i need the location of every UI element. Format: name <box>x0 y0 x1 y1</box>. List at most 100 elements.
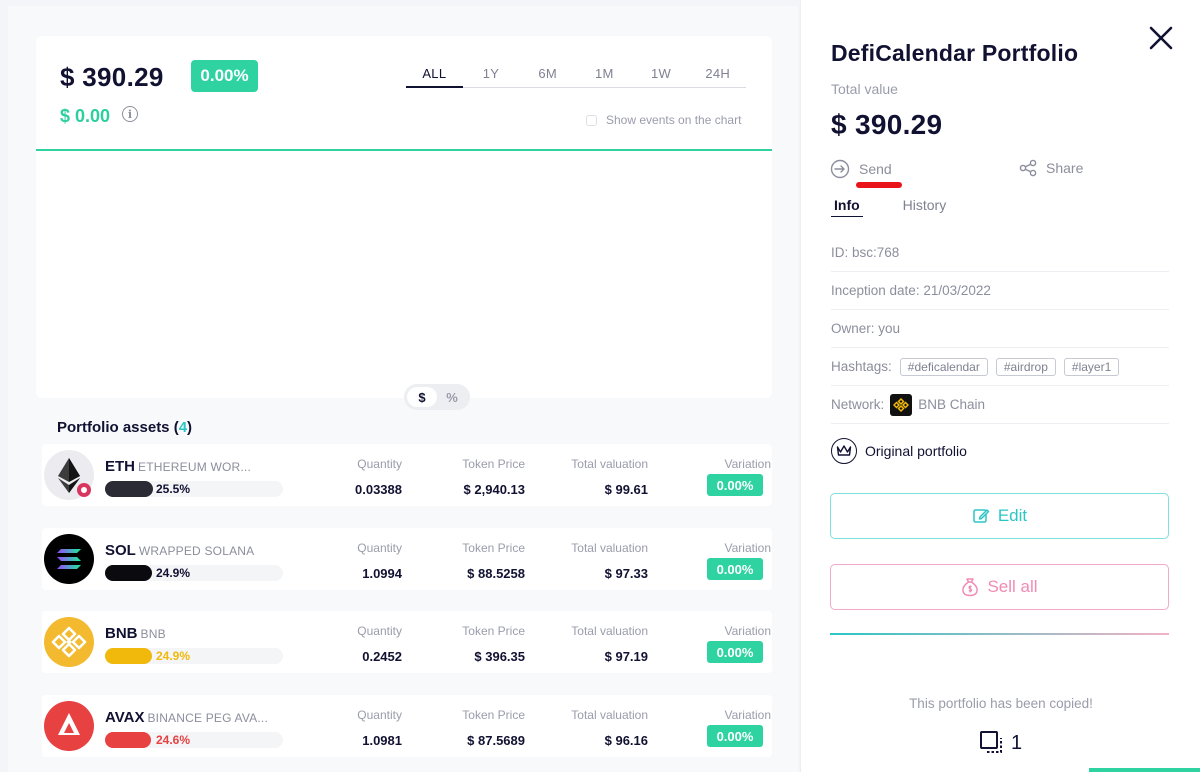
toggle-percent[interactable]: % <box>437 387 467 407</box>
asset-share-bar <box>105 565 283 581</box>
token-price-value: $ 87.5689 <box>467 733 525 748</box>
quantity-label: Quantity <box>357 708 402 722</box>
portfolio-detail-panel: DefiCalendar Portfolio Total value $ 390… <box>800 0 1200 772</box>
close-icon[interactable] <box>1145 22 1177 54</box>
asset-row-eth[interactable]: ETH ETHEREUM WOR... 25.5% Quantity 0.0338… <box>42 444 772 506</box>
assets-title: Portfolio assets (4) <box>57 419 193 436</box>
range-tab-6m[interactable]: 6M <box>519 66 576 87</box>
toggle-dollar[interactable]: $ <box>407 387 437 407</box>
asset-share-pct: 24.6% <box>156 733 191 747</box>
time-range-tabs: ALL 1Y 6M 1M 1W 24H <box>406 66 746 88</box>
asset-symbol: ETH ETHEREUM WOR... <box>105 458 251 475</box>
share-button[interactable]: Share <box>1019 159 1083 177</box>
value-chart-card: $ 390.29 0.00% $ 0.00 i ALL 1Y 6M 1M 1W … <box>36 36 772 398</box>
divider <box>830 633 1169 635</box>
range-tab-24h[interactable]: 24H <box>689 66 746 87</box>
token-price-label: Token Price <box>462 708 525 722</box>
token-price-value: $ 396.35 <box>474 649 525 664</box>
asset-share-pct: 24.9% <box>156 649 191 663</box>
copied-message: This portfolio has been copied! <box>909 696 1093 711</box>
network-label: Network: <box>831 397 885 412</box>
currency-percent-toggle[interactable]: $ % <box>404 384 470 410</box>
token-price-value: $ 2,940.13 <box>463 482 525 497</box>
quantity-value: 1.0994 <box>362 566 402 581</box>
edit-label: Edit <box>997 506 1028 525</box>
sell-all-button[interactable]: Sell all <box>830 564 1169 610</box>
avalanche-icon <box>44 701 94 751</box>
money-bag-icon <box>962 578 979 597</box>
quantity-label: Quantity <box>357 624 402 638</box>
solana-icon <box>44 534 94 584</box>
tab-history[interactable]: History <box>903 197 947 217</box>
show-events-label: Show events on the chart <box>606 113 742 127</box>
ethereum-icon <box>44 450 94 500</box>
variation-label: Variation <box>724 541 771 555</box>
hashtag-deficalendar[interactable]: #deficalendar <box>899 357 988 376</box>
asset-share-fill <box>105 565 152 581</box>
info-icon[interactable]: i <box>122 106 138 122</box>
hashtag-layer1[interactable]: #layer1 <box>1063 357 1120 376</box>
bnb-chain-icon <box>890 393 913 416</box>
portfolio-total-value: $ 390.29 <box>60 62 164 92</box>
network-name: BNB Chain <box>918 397 986 412</box>
hashtags-row: Hashtags: #deficalendar #airdrop #layer1 <box>831 348 1169 386</box>
assets-title-text: Portfolio assets <box>57 419 170 436</box>
hashtag-airdrop[interactable]: #airdrop <box>995 357 1056 376</box>
portfolio-id: ID: bsc:768 <box>831 234 1169 272</box>
token-price-label: Token Price <box>462 624 525 638</box>
asset-share-pct: 25.5% <box>156 482 191 496</box>
quantity-label: Quantity <box>357 457 402 471</box>
show-events-checkbox[interactable] <box>586 114 597 126</box>
copies-count: 1 <box>1011 731 1023 754</box>
crown-icon <box>831 438 857 464</box>
variation-label: Variation <box>724 708 771 722</box>
total-valuation-value: $ 99.61 <box>604 482 648 497</box>
bnb-icon <box>44 617 94 667</box>
token-price-value: $ 88.5258 <box>467 566 525 581</box>
variation-label: Variation <box>724 457 771 471</box>
show-events-toggle[interactable]: Show events on the chart <box>586 113 741 127</box>
quantity-label: Quantity <box>357 541 402 555</box>
asset-row-sol[interactable]: SOL WRAPPED SOLANA 24.9% Quantity 1.0994 … <box>42 528 772 590</box>
quantity-value: 0.03388 <box>355 482 402 497</box>
share-icon <box>1019 159 1037 177</box>
portfolio-main: $ 390.29 0.00% $ 0.00 i ALL 1Y 6M 1M 1W … <box>8 6 798 772</box>
total-valuation-value: $ 96.16 <box>604 733 648 748</box>
range-tab-1y[interactable]: 1Y <box>463 66 520 87</box>
asset-share-bar <box>105 481 283 497</box>
quantity-value: 0.2452 <box>362 649 402 664</box>
total-valuation-label: Total valuation <box>571 457 648 471</box>
copies-counter: 1 <box>979 730 1022 756</box>
owner: Owner: you <box>831 310 1169 348</box>
variation-badge: 0.00% <box>707 558 763 580</box>
asset-share-fill <box>105 481 153 497</box>
total-valuation-label: Total valuation <box>571 541 648 555</box>
send-button[interactable]: Send <box>830 159 892 179</box>
tab-info[interactable]: Info <box>831 197 863 217</box>
asset-share-fill <box>105 732 151 748</box>
assets-count: 4 <box>178 419 188 436</box>
total-valuation-label: Total valuation <box>571 708 648 722</box>
asset-row-avax[interactable]: AVAX BINANCE PEG AVA... 24.6% Quantity 1.… <box>42 695 772 757</box>
share-label: Share <box>1046 160 1084 176</box>
asset-name: BINANCE PEG AVA... <box>147 711 268 725</box>
asset-share-fill <box>105 648 152 664</box>
total-value-label: Total value <box>831 81 898 97</box>
panel-total-value: $ 390.29 <box>831 109 943 140</box>
total-valuation-label: Total valuation <box>571 624 648 638</box>
quantity-value: 1.0981 <box>362 733 402 748</box>
asset-share-pct: 24.9% <box>156 566 191 580</box>
original-portfolio-link[interactable]: Original portfolio <box>831 438 967 464</box>
chart-value-line <box>36 149 772 151</box>
variation-badge: 0.00% <box>707 641 763 663</box>
asset-symbol: BNB BNB <box>105 625 166 642</box>
range-tab-1m[interactable]: 1M <box>576 66 633 87</box>
range-tab-1w[interactable]: 1W <box>633 66 690 87</box>
send-label: Send <box>859 161 892 177</box>
inception-date: Inception date: 21/03/2022 <box>831 272 1169 310</box>
asset-symbol: AVAX BINANCE PEG AVA... <box>105 709 268 726</box>
range-tab-all[interactable]: ALL <box>406 66 463 88</box>
original-portfolio-label: Original portfolio <box>865 443 967 459</box>
edit-button[interactable]: Edit <box>830 493 1169 539</box>
asset-row-bnb[interactable]: BNB BNB 24.9% Quantity 0.2452 Token Price… <box>42 611 772 673</box>
